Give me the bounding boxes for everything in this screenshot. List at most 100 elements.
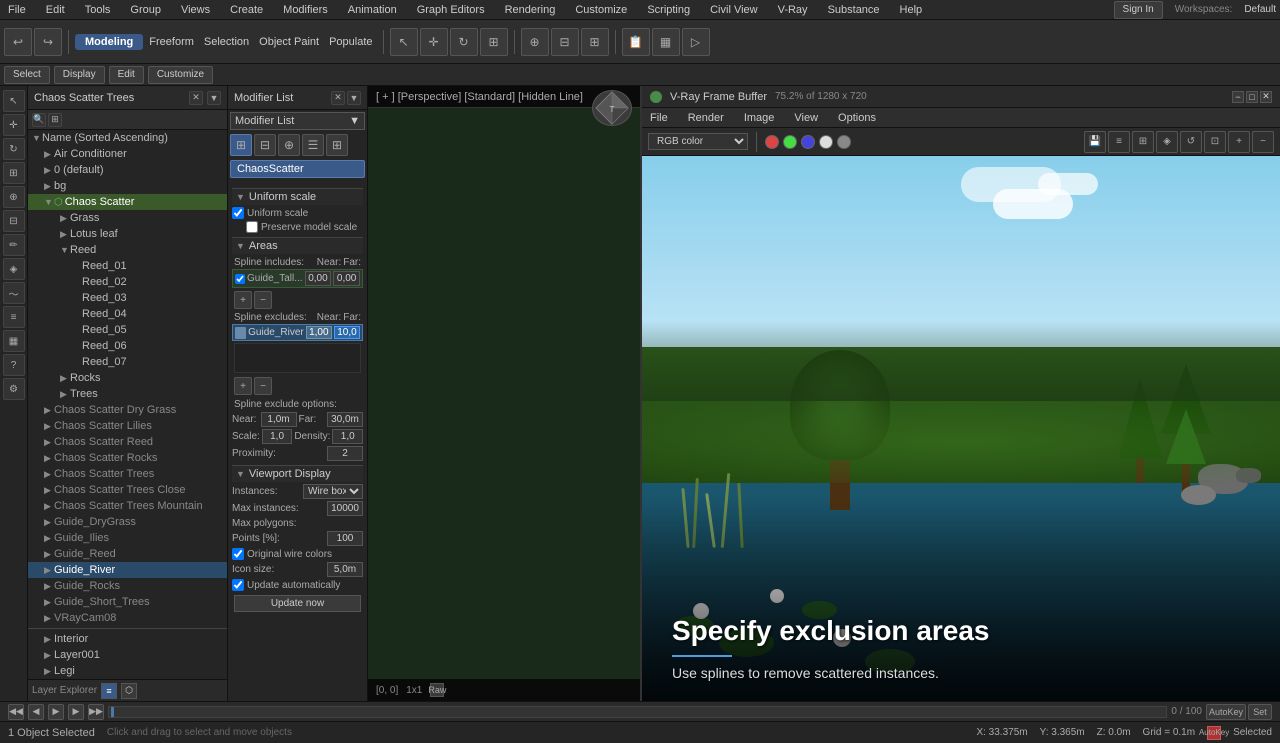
menu-rendering[interactable]: Rendering <box>501 4 560 16</box>
mod-close[interactable]: ✕ <box>331 91 345 105</box>
mode-selection[interactable]: Selection <box>200 36 253 48</box>
mode-customize[interactable]: Customize <box>148 66 213 84</box>
toolbar-redo[interactable]: ↪ <box>34 28 62 56</box>
sign-in-button[interactable]: Sign In <box>1114 1 1163 19</box>
menu-tools[interactable]: Tools <box>81 4 115 16</box>
tree-item-guide-drygr[interactable]: ▶ Guide_DryGrass <box>28 514 227 530</box>
vfb-zoom-fit-btn[interactable]: ⊡ <box>1204 131 1226 153</box>
viewport-canvas[interactable] <box>368 108 640 679</box>
tree-item-reed05[interactable]: Reed_05 <box>28 322 227 338</box>
tree-item-grass[interactable]: ▶ Grass <box>28 210 227 226</box>
left-icon-settings[interactable]: ⚙ <box>3 378 25 400</box>
instances-type-select[interactable]: Wire box <box>303 484 363 499</box>
left-icon-select[interactable]: ↖ <box>3 90 25 112</box>
view-cube[interactable]: T <box>592 90 632 126</box>
left-icon-render[interactable]: ▦ <box>3 330 25 352</box>
tree-item-reed[interactable]: ▼ Reed <box>28 242 227 258</box>
left-icon-snap[interactable]: ⊕ <box>3 186 25 208</box>
viewport-display-section[interactable]: ▼ Viewport Display <box>232 465 363 482</box>
update-auto-label[interactable]: Update automatically <box>232 579 340 591</box>
tree-item-reed06[interactable]: Reed_06 <box>28 338 227 354</box>
menu-create[interactable]: Create <box>226 4 267 16</box>
vfb-compare-btn[interactable]: ⊞ <box>1132 131 1154 153</box>
vfb-close[interactable]: ✕ <box>1260 91 1272 103</box>
menu-vray[interactable]: V-Ray <box>774 4 812 16</box>
tree-item-bg[interactable]: ▶ bg <box>28 178 227 194</box>
menu-animation[interactable]: Animation <box>344 4 401 16</box>
tree-item-layer001[interactable]: ▶ Layer001 <box>28 647 227 663</box>
menu-graph-editors[interactable]: Graph Editors <box>413 4 489 16</box>
density-opt-val[interactable]: 1,0 <box>332 429 363 444</box>
align-tool[interactable]: ⊞ <box>581 28 609 56</box>
autokey-btn[interactable]: AutoKey <box>1206 704 1246 720</box>
vfb-maximize[interactable]: □ <box>1246 91 1258 103</box>
modifier-list-dropdown[interactable]: Modifier List ▼ <box>230 112 365 130</box>
tree-item-cs-dry-grass[interactable]: ▶ Chaos Scatter Dry Grass <box>28 402 227 418</box>
quick-render[interactable]: ▷ <box>682 28 710 56</box>
preserve-scale-label[interactable]: Preserve model scale <box>232 221 357 233</box>
mod-tab-1[interactable]: ⊞ <box>230 134 252 156</box>
tree-item-cs-reed[interactable]: ▶ Chaos Scatter Reed <box>28 434 227 450</box>
tree-item-rocks[interactable]: ▶ Rocks <box>28 370 227 386</box>
menu-customize[interactable]: Customize <box>571 4 631 16</box>
tree-item-cs-trees[interactable]: ▶ Chaos Scatter Trees <box>28 466 227 482</box>
vfb-zoom-out-btn[interactable]: − <box>1252 131 1274 153</box>
left-icon-help[interactable]: ? <box>3 354 25 376</box>
mode-object-paint[interactable]: Object Paint <box>255 36 323 48</box>
include-far[interactable]: 0,00 <box>333 271 360 286</box>
layer-type-icon[interactable]: ⬡ <box>121 683 137 699</box>
mode-display[interactable]: Display <box>54 66 105 84</box>
remove-exclude-btn[interactable]: − <box>254 377 272 395</box>
tree-item-guide-rocks[interactable]: ▶ Guide_Rocks <box>28 578 227 594</box>
scene-tree-options[interactable]: ▼ <box>207 91 221 105</box>
vfb-save-btn[interactable]: 💾 <box>1084 131 1106 153</box>
tree-item-air-conditioner[interactable]: ▶ Air Conditioner <box>28 146 227 162</box>
layer-explorer-icon[interactable]: ≡ <box>101 683 117 699</box>
tree-item-vray-cam[interactable]: ▶ VRayCam08 <box>28 610 227 626</box>
mirror-tool[interactable]: ⊟ <box>551 28 579 56</box>
timeline-next[interactable]: ▶ <box>68 704 84 720</box>
vfb-menu-image[interactable]: Image <box>740 112 779 124</box>
uniform-scale-section[interactable]: ▼ Uniform scale <box>232 188 363 205</box>
vfb-channel-select[interactable]: RGB color <box>648 133 748 150</box>
tree-item-cs-trees-mountain[interactable]: ▶ Chaos Scatter Trees Mountain <box>28 498 227 514</box>
vfb-color-blue[interactable] <box>801 135 815 149</box>
tree-item-cs-lilies[interactable]: ▶ Chaos Scatter Lilies <box>28 418 227 434</box>
vfb-color-gray[interactable] <box>837 135 851 149</box>
tree-item-lotus[interactable]: ▶ Lotus leaf <box>28 226 227 242</box>
scale-opt-val[interactable]: 1,0 <box>262 429 293 444</box>
tree-item-0default[interactable]: ▶ 0 (default) <box>28 162 227 178</box>
viewport-raw-btn[interactable]: Raw <box>430 683 444 697</box>
menu-group[interactable]: Group <box>126 4 165 16</box>
st-filter[interactable]: ⊞ <box>48 113 62 127</box>
left-icon-rotate[interactable]: ↻ <box>3 138 25 160</box>
timeline-prev[interactable]: ◀ <box>28 704 44 720</box>
wire-colors-checkbox[interactable] <box>232 548 244 560</box>
left-icon-layer[interactable]: ≡ <box>3 306 25 328</box>
toolbar-undo[interactable]: ↩ <box>4 28 32 56</box>
vfb-color-red[interactable] <box>765 135 779 149</box>
timeline-rewind[interactable]: ◀◀ <box>8 704 24 720</box>
exclude-far[interactable]: 10,0 <box>334 326 360 339</box>
vfb-mask-btn[interactable]: ◈ <box>1156 131 1178 153</box>
tree-item-cs-rocks[interactable]: ▶ Chaos Scatter Rocks <box>28 450 227 466</box>
vfb-image-area[interactable]: Specify exclusion areas Use splines to r… <box>642 156 1280 701</box>
remove-include-btn[interactable]: − <box>254 291 272 309</box>
mod-tab-4[interactable]: ☰ <box>302 134 324 156</box>
chaos-scatter-modifier[interactable]: ChaosScatter <box>230 160 365 178</box>
auto-key-indicator[interactable]: AutoKey <box>1207 726 1221 740</box>
tree-item-name-sort[interactable]: ▼ Name (Sorted Ascending) <box>28 130 227 146</box>
include-near[interactable]: 0,00 <box>305 271 332 286</box>
vfb-zoom-in-btn[interactable]: + <box>1228 131 1250 153</box>
move-tool[interactable]: ✛ <box>420 28 448 56</box>
tree-item-guide-short-trees[interactable]: ▶ Guide_Short_Trees <box>28 594 227 610</box>
mode-select[interactable]: Select <box>4 66 50 84</box>
scale-tool[interactable]: ⊞ <box>480 28 508 56</box>
tree-item-reed02[interactable]: Reed_02 <box>28 274 227 290</box>
uniform-scale-checkbox-label[interactable]: Uniform scale <box>232 207 308 219</box>
mode-modeling[interactable]: Modeling <box>75 34 143 50</box>
tree-item-reed04[interactable]: Reed_04 <box>28 306 227 322</box>
max-instances-val[interactable]: 10000 <box>327 501 363 516</box>
mod-tab-5[interactable]: ⊞ <box>326 134 348 156</box>
timeline-play[interactable]: ▶ <box>48 704 64 720</box>
